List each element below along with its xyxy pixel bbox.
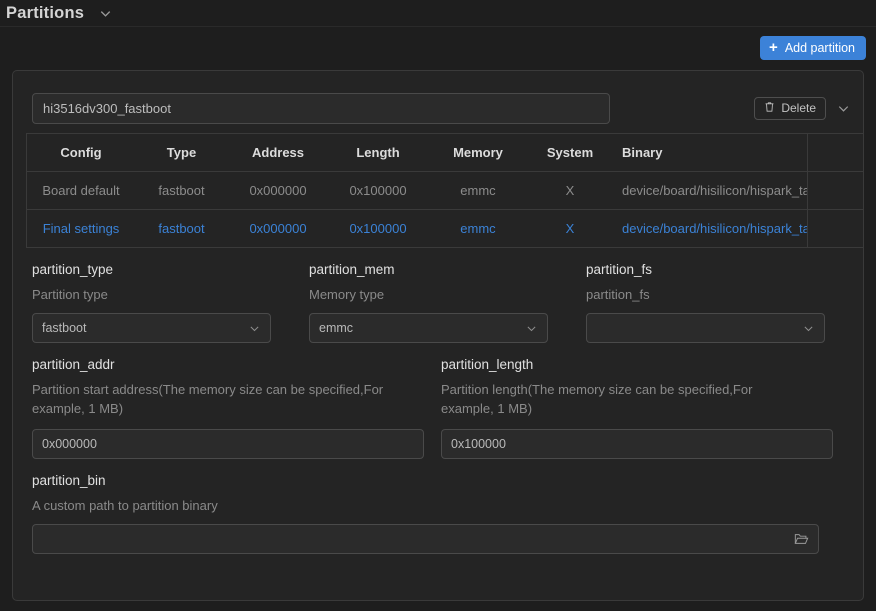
- field-description: Partition length(The memory size can be …: [441, 382, 753, 416]
- toolbar: + Add partition: [0, 27, 876, 69]
- field-partition-type: partition_type Partition type fastboot: [32, 262, 271, 343]
- cell-memory: emmc: [460, 220, 496, 236]
- field-label: partition_length: [441, 357, 534, 372]
- cell-binary: device/board/hisilicon/hispark_tauru: [612, 209, 808, 247]
- field-description: Partition type: [32, 287, 108, 302]
- table-header-row: Config Type Address Length Memory System…: [27, 134, 863, 172]
- chevron-down-icon: [248, 322, 261, 335]
- delete-button[interactable]: Delete: [754, 96, 826, 120]
- partition-length-input[interactable]: 0x100000: [441, 429, 833, 459]
- field-description: Partition start address(The memory size …: [32, 382, 384, 416]
- page-title: Partitions: [6, 3, 85, 22]
- chevron-down-icon[interactable]: [836, 101, 851, 116]
- field-partition-fs: partition_fs partition_fs: [586, 262, 825, 343]
- input-value: 0x000000: [42, 437, 97, 451]
- folder-icon[interactable]: [794, 532, 809, 546]
- partition-fs-select[interactable]: [586, 313, 825, 343]
- trash-icon: [764, 101, 775, 116]
- select-value: fastboot: [42, 321, 87, 335]
- field-label: partition_fs: [586, 262, 653, 277]
- form-row-types: partition_type Partition type fastboot p…: [32, 262, 863, 343]
- field-partition-mem: partition_mem Memory type emmc: [309, 262, 548, 343]
- field-partition-addr: partition_addr Partition start address(T…: [32, 357, 424, 459]
- delete-label: Delete: [781, 101, 816, 115]
- table-header-extra: [807, 134, 863, 172]
- cell-length: 0x100000: [349, 220, 407, 236]
- partition-name-row: Delete: [13, 71, 863, 127]
- field-label: partition_bin: [32, 473, 106, 488]
- table-header-type: Type: [135, 134, 228, 172]
- table-header-length: Length: [328, 134, 428, 172]
- field-description: partition_fs: [586, 287, 650, 302]
- cell-binary: device/board/hisilicon/hispark_tauru: [612, 171, 808, 210]
- input-value: 0x100000: [451, 437, 506, 451]
- cell-config: Board default: [27, 171, 135, 210]
- partition-card: Delete Config Type Address Length: [12, 70, 864, 601]
- form-row-address: partition_addr Partition start address(T…: [32, 357, 863, 459]
- cell-config[interactable]: Final settings: [27, 209, 135, 247]
- table-row[interactable]: Board default fastboot 0x000000 0x100000…: [27, 171, 863, 210]
- field-label: partition_mem: [309, 262, 395, 277]
- add-partition-label: Add partition: [784, 41, 855, 55]
- table-row[interactable]: Final settings fastboot 0x000000 0x10000…: [27, 209, 863, 247]
- table-header-memory: Memory: [428, 134, 528, 172]
- table-header-system: System: [528, 134, 612, 172]
- partition-bin-input[interactable]: [32, 524, 819, 554]
- partition-type-select[interactable]: fastboot: [32, 313, 271, 343]
- cell-length: 0x100000: [328, 171, 428, 210]
- cell-extra: [807, 171, 863, 210]
- partition-mem-select[interactable]: emmc: [309, 313, 548, 343]
- cell-extra: [807, 209, 863, 247]
- partition-config-table: Config Type Address Length Memory System…: [26, 133, 863, 248]
- page-header: Partitions: [0, 0, 876, 27]
- cell-system: X: [565, 220, 575, 236]
- cell-memory: emmc: [428, 171, 528, 210]
- field-description: A custom path to partition binary: [32, 498, 218, 513]
- chevron-down-icon[interactable]: [98, 6, 113, 21]
- chevron-down-icon: [525, 322, 538, 335]
- field-description: Memory type: [309, 287, 385, 302]
- plus-icon: +: [769, 39, 778, 56]
- field-label: partition_addr: [32, 357, 115, 372]
- field-partition-length: partition_length Partition length(The me…: [441, 357, 833, 459]
- add-partition-button[interactable]: + Add partition: [760, 36, 866, 60]
- partition-actions: Delete: [754, 96, 863, 120]
- form-row-binary: partition_bin A custom path to partition…: [32, 473, 863, 554]
- field-label: partition_type: [32, 262, 114, 277]
- cell-address: 0x000000: [228, 171, 328, 210]
- chevron-down-icon: [802, 322, 815, 335]
- partition-name-input[interactable]: [32, 92, 610, 124]
- cell-type: fastboot: [158, 220, 205, 236]
- cell-system: X: [528, 171, 612, 210]
- cell-address: 0x000000: [249, 220, 307, 236]
- partition-form: partition_type Partition type fastboot p…: [13, 248, 863, 554]
- table-header-config: Config: [27, 134, 135, 172]
- partition-addr-input[interactable]: 0x000000: [32, 429, 424, 459]
- table-header-address: Address: [228, 134, 328, 172]
- select-value: emmc: [319, 321, 354, 335]
- table-header-binary: Binary: [612, 134, 808, 172]
- cell-type: fastboot: [135, 171, 228, 210]
- field-partition-bin: partition_bin A custom path to partition…: [32, 473, 819, 554]
